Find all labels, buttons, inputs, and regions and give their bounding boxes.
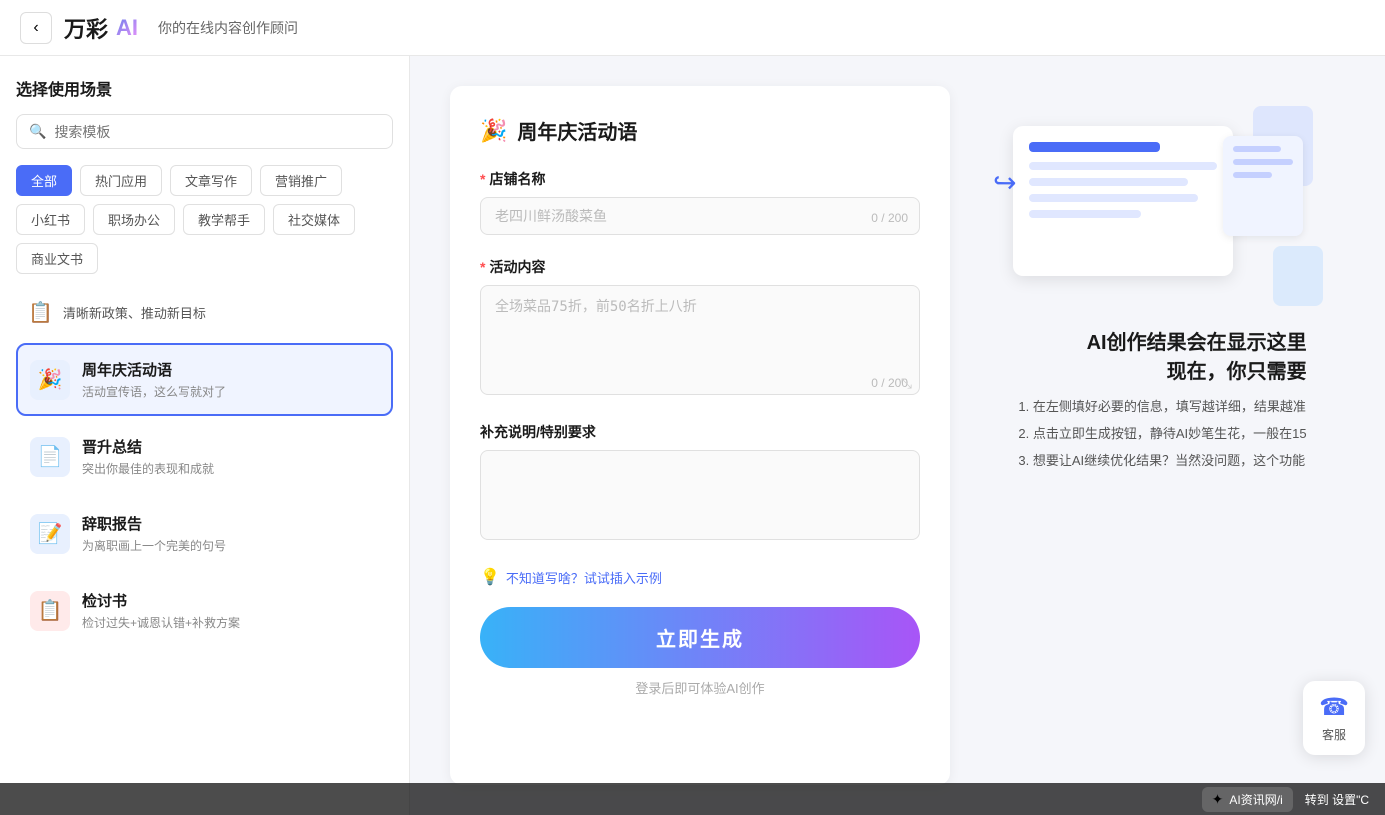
right-panel: ↩ AI创作结果会在显示这里 现在，你只需要 1. 在左侧填好必要的信息，填写越… [980,86,1345,785]
list-item-review[interactable]: 📋 检讨书 检讨过失+诚恩认错+补救方案 [16,574,393,647]
illus-bg-2 [1273,246,1323,306]
field-label-activity-content: * 活动内容 [480,257,920,277]
field-label-shop-name: * 店铺名称 [480,169,920,189]
list-item-desc-anniversary: 活动宣传语，这么写就对了 [82,383,226,400]
list-item-desc-promotion: 突出你最佳的表现和成就 [82,460,214,477]
list-item-icon-promotion: 📄 [30,437,70,477]
list-item-info-promotion: 晋升总结 突出你最佳的表现和成就 [82,436,214,477]
list-item-anniversary[interactable]: 🎉 周年庆活动语 活动宣传语，这么写就对了 [16,343,393,416]
field-extra-notes: 补充说明/特别要求 [480,422,920,545]
label-text-extra-notes: 补充说明/特别要求 [480,422,596,442]
bottom-bar-action: 转到 设置"C [1305,791,1369,808]
field-activity-content: * 活动内容 0 / 200 ⤡ [480,257,920,400]
list-item-info-resignation: 辞职报告 为离职画上一个完美的句号 [82,513,226,554]
tag-article[interactable]: 文章写作 [170,165,252,196]
back-icon: ‹ [33,19,38,37]
customer-service[interactable]: ☎ 客服 [1303,681,1365,755]
logo-ai: AI [116,15,138,41]
list-item-title-review: 检讨书 [82,590,240,611]
ai-arrow-icon: ↩ [993,166,1016,199]
form-header: 🎉 周年庆活动语 [480,116,920,145]
form-header-icon: 🎉 [480,118,507,144]
logo-area: 万彩 AI [64,12,138,44]
resize-handle[interactable]: ⤡ [901,375,912,392]
shop-name-input[interactable] [480,197,920,235]
featured-item[interactable]: 📋 清晰新政策、推动新目标 [16,290,393,335]
list-item-title-resignation: 辞职报告 [82,513,226,534]
tag-marketing[interactable]: 营销推广 [260,165,342,196]
featured-text: 清晰新政策、推动新目标 [63,303,206,322]
ai-desc-title-line2: 现在，你只需要 [1018,355,1306,384]
customer-service-label: 客服 [1322,726,1346,743]
list-item-desc-review: 检讨过失+诚恩认错+补救方案 [82,614,240,631]
tag-office[interactable]: 职场办公 [93,204,175,235]
hint-text[interactable]: 不知道写啥？试试插入示例 [506,568,662,587]
sidebar-title: 选择使用场景 [16,76,393,100]
field-input-wrap-activity-content: 0 / 200 ⤡ [480,285,920,400]
list-item-info-review: 检讨书 检讨过失+诚恩认错+补救方案 [82,590,240,631]
tag-all[interactable]: 全部 [16,165,72,196]
search-icon: 🔍 [29,123,46,140]
ai-desc-header: AI创作结果会在显示这里 现在，你只需要 [1018,326,1306,384]
label-text-activity-content: 活动内容 [489,257,545,277]
watermark-badge: ✦ AI资讯网/i [1202,787,1293,812]
activity-content-textarea[interactable] [480,285,920,395]
list-item-icon-anniversary: 🎉 [30,360,70,400]
generate-button[interactable]: 立即生成 [480,607,920,668]
bottom-bar: ✦ AI资讯网/i 转到 设置"C [0,783,1385,815]
field-input-wrap-extra-notes [480,450,920,545]
field-shop-name: * 店铺名称 0 / 200 [480,169,920,235]
content-area: 🎉 周年庆活动语 * 店铺名称 0 / 200 * 活动内容 [410,56,1385,815]
tag-business[interactable]: 商业文书 [16,243,98,274]
illus-small-card [1223,136,1303,236]
required-mark-2: * [480,259,485,275]
form-panel: 🎉 周年庆活动语 * 店铺名称 0 / 200 * 活动内容 [450,86,950,785]
header-subtitle: 你的在线内容创作顾问 [158,18,298,38]
extra-notes-textarea[interactable] [480,450,920,540]
search-box: 🔍 [16,114,393,149]
tag-hot[interactable]: 热门应用 [80,165,162,196]
illustration: ↩ [1003,106,1323,306]
main-layout: 选择使用场景 🔍 全部 热门应用 文章写作 营销推广 小红书 职场办公 教学帮手… [0,56,1385,815]
list-item-title-anniversary: 周年庆活动语 [82,359,226,380]
ai-step-1: 1. 在左侧填好必要的信息，填写越详细，结果越准 [1018,396,1306,415]
category-tags: 全部 热门应用 文章写作 营销推广 小红书 职场办公 教学帮手 社交媒体 商业文… [16,165,393,274]
label-text-shop-name: 店铺名称 [489,169,545,189]
shop-name-char-count: 0 / 200 [871,211,908,225]
ai-step-2: 2. 点击立即生成按钮，静待AI妙笔生花，一般在15 [1018,423,1306,442]
tag-social[interactable]: 社交媒体 [273,204,355,235]
list-item-icon-resignation: 📝 [30,514,70,554]
list-item-icon-review: 📋 [30,591,70,631]
list-item-desc-resignation: 为离职画上一个完美的句号 [82,537,226,554]
customer-service-icon: ☎ [1319,693,1349,722]
generate-hint: 登录后即可体验AI创作 [480,678,920,697]
list-item-title-promotion: 晋升总结 [82,436,214,457]
list-item-promotion[interactable]: 📄 晋升总结 突出你最佳的表现和成就 [16,420,393,493]
list-item-info-anniversary: 周年庆活动语 活动宣传语，这么写就对了 [82,359,226,400]
sidebar: 选择使用场景 🔍 全部 热门应用 文章写作 营销推广 小红书 职场办公 教学帮手… [0,56,410,815]
featured-icon: 📋 [28,300,53,325]
form-title: 周年庆活动语 [517,116,637,145]
app-header: ‹ 万彩 AI 你的在线内容创作顾问 [0,0,1385,56]
ai-desc-title-line1: AI创作结果会在显示这里 [1018,326,1306,355]
hint-row: 💡 不知道写啥？试试插入示例 [480,567,920,587]
watermark-text: AI资讯网/i [1229,791,1282,808]
tag-xiaohongshu[interactable]: 小红书 [16,204,85,235]
field-input-wrap-shop-name: 0 / 200 [480,197,920,235]
list-item-resignation[interactable]: 📝 辞职报告 为离职画上一个完美的句号 [16,497,393,570]
hint-icon: 💡 [480,567,500,587]
ai-steps-list: 1. 在左侧填好必要的信息，填写越详细，结果越准 2. 点击立即生成按钮，静待A… [1018,396,1306,469]
search-input[interactable] [54,124,380,140]
ai-description: AI创作结果会在显示这里 现在，你只需要 1. 在左侧填好必要的信息，填写越详细… [1018,326,1306,477]
logo-main: 万彩 [64,12,108,44]
back-button[interactable]: ‹ [20,12,52,44]
field-label-extra-notes: 补充说明/特别要求 [480,422,920,442]
illus-main-card [1013,126,1233,276]
required-mark: * [480,171,485,187]
watermark-icon: ✦ [1212,791,1224,808]
ai-step-3: 3. 想要让AI继续优化结果？当然没问题，这个功能 [1018,450,1306,469]
tag-teaching[interactable]: 教学帮手 [183,204,265,235]
